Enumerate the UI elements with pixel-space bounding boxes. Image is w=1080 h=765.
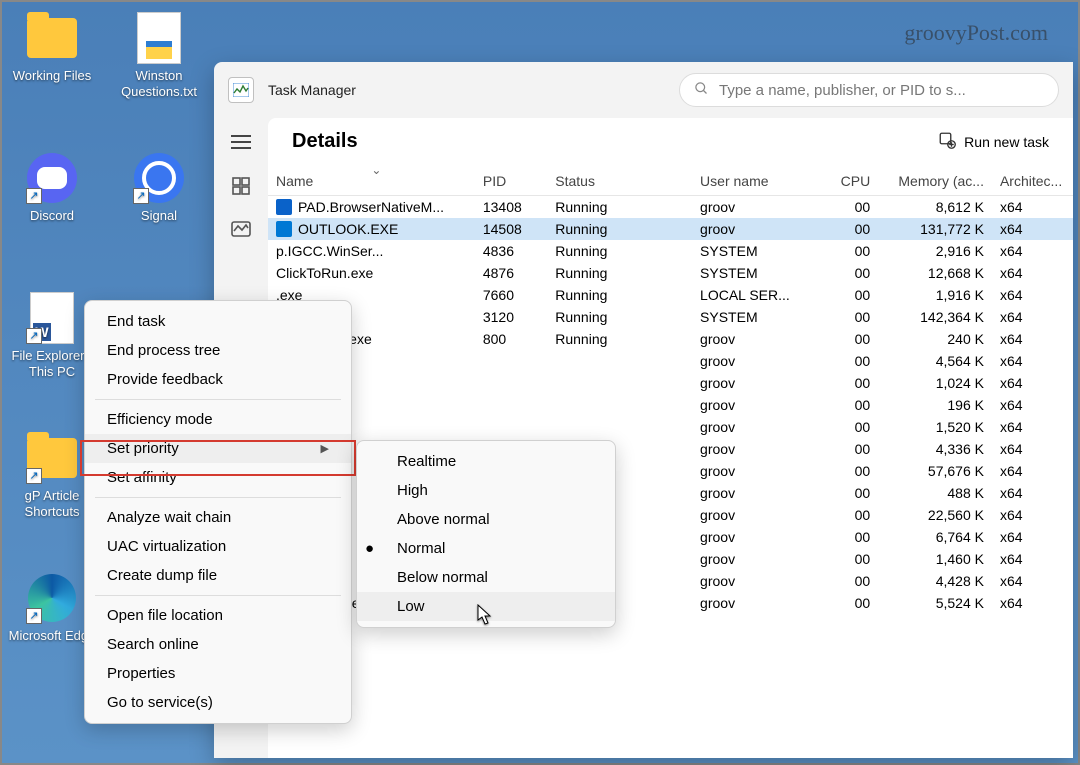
priority-submenu[interactable]: RealtimeHighAbove normal●NormalBelow nor… bbox=[356, 440, 616, 628]
column-header[interactable]: CPU bbox=[827, 167, 879, 196]
table-row[interactable]: OUTLOOK.EXE14508Runninggroov00131,772 Kx… bbox=[268, 218, 1073, 240]
menu-item-analyze-wait-chain[interactable]: Analyze wait chain bbox=[85, 503, 351, 532]
column-header[interactable]: Architec... bbox=[992, 167, 1073, 196]
column-header[interactable]: Memory (ac... bbox=[878, 167, 992, 196]
menu-item-create-dump-file[interactable]: Create dump file bbox=[85, 561, 351, 590]
table-row[interactable]: groov001,024 Kx64 bbox=[268, 372, 1073, 394]
priority-high[interactable]: High bbox=[357, 476, 615, 505]
search-placeholder: Type a name, publisher, or PID to s... bbox=[719, 82, 966, 99]
priority-below-normal[interactable]: Below normal bbox=[357, 563, 615, 592]
desktop-icon-winston-questions-txt[interactable]: Winston Questions.txt bbox=[114, 12, 204, 99]
table-row[interactable]: Eng.exe3120RunningSYSTEM00142,364 Kx64 bbox=[268, 306, 1073, 328]
run-new-task-button[interactable]: Run new task bbox=[938, 131, 1049, 152]
titlebar[interactable]: Task Manager Type a name, publisher, or … bbox=[214, 62, 1073, 118]
menu-item-end-process-tree[interactable]: End process tree bbox=[85, 336, 351, 365]
table-row[interactable]: .exe7660RunningLOCAL SER...001,916 Kx64 bbox=[268, 284, 1073, 306]
table-row[interactable]: ClickToRun.exe4876RunningSYSTEM0012,668 … bbox=[268, 262, 1073, 284]
column-header[interactable]: Name bbox=[268, 167, 475, 196]
menu-item-search-online[interactable]: Search online bbox=[85, 630, 351, 659]
run-new-task-icon bbox=[938, 131, 956, 152]
priority-above-normal[interactable]: Above normal bbox=[357, 505, 615, 534]
menu-item-go-to-service-s-[interactable]: Go to service(s) bbox=[85, 688, 351, 717]
checked-indicator-icon: ● bbox=[365, 540, 374, 557]
menu-item-efficiency-mode[interactable]: Efficiency mode bbox=[85, 405, 351, 434]
window-title: Task Manager bbox=[268, 82, 356, 98]
desktop-icon-signal[interactable]: ↗Signal bbox=[114, 152, 204, 224]
table-row[interactable]: p.IGCC.WinSer...4836RunningSYSTEM002,916… bbox=[268, 240, 1073, 262]
run-new-task-label: Run new task bbox=[964, 134, 1049, 150]
section-title: Details bbox=[292, 130, 358, 153]
app-icon bbox=[228, 77, 254, 103]
search-box[interactable]: Type a name, publisher, or PID to s... bbox=[679, 73, 1059, 107]
menu-item-open-file-location[interactable]: Open file location bbox=[85, 601, 351, 630]
table-row[interactable]: ewebview2.exe800Runninggroov00240 Kx64 bbox=[268, 328, 1073, 350]
column-header[interactable]: PID bbox=[475, 167, 547, 196]
menu-item-set-priority[interactable]: Set priority▶ bbox=[85, 434, 351, 463]
processes-nav-icon[interactable] bbox=[227, 172, 255, 200]
menu-item-set-affinity[interactable]: Set affinity bbox=[85, 463, 351, 492]
desktop-icon-discord[interactable]: ↗Discord bbox=[7, 152, 97, 224]
column-header[interactable]: Status bbox=[547, 167, 692, 196]
priority-realtime[interactable]: Realtime bbox=[357, 447, 615, 476]
priority-normal[interactable]: ●Normal bbox=[357, 534, 615, 563]
watermark: groovyPost.com bbox=[904, 20, 1048, 46]
table-row[interactable]: groov004,564 Kx64 bbox=[268, 350, 1073, 372]
desktop-icon-working-files[interactable]: Working Files bbox=[7, 12, 97, 84]
column-header[interactable]: User name bbox=[692, 167, 826, 196]
priority-low[interactable]: Low bbox=[357, 592, 615, 621]
menu-item-provide-feedback[interactable]: Provide feedback bbox=[85, 365, 351, 394]
table-header-row[interactable]: NamePIDStatusUser nameCPUMemory (ac...Ar… bbox=[268, 167, 1073, 196]
hamburger-icon[interactable] bbox=[227, 128, 255, 156]
main-panel: Details Run new task NamePIDStatusUser n… bbox=[268, 118, 1073, 758]
menu-item-properties[interactable]: Properties bbox=[85, 659, 351, 688]
performance-nav-icon[interactable] bbox=[227, 216, 255, 244]
context-menu[interactable]: End taskEnd process treeProvide feedback… bbox=[84, 300, 352, 724]
menu-item-end-task[interactable]: End task bbox=[85, 307, 351, 336]
table-row[interactable]: groov00196 Kx64 bbox=[268, 394, 1073, 416]
submenu-arrow-icon: ▶ bbox=[321, 442, 329, 455]
table-row[interactable]: groov001,520 Kx64 bbox=[268, 416, 1073, 438]
menu-item-uac-virtualization[interactable]: UAC virtualization bbox=[85, 532, 351, 561]
search-icon bbox=[694, 81, 709, 100]
table-row[interactable]: PAD.BrowserNativeM...13408Runninggroov00… bbox=[268, 196, 1073, 219]
